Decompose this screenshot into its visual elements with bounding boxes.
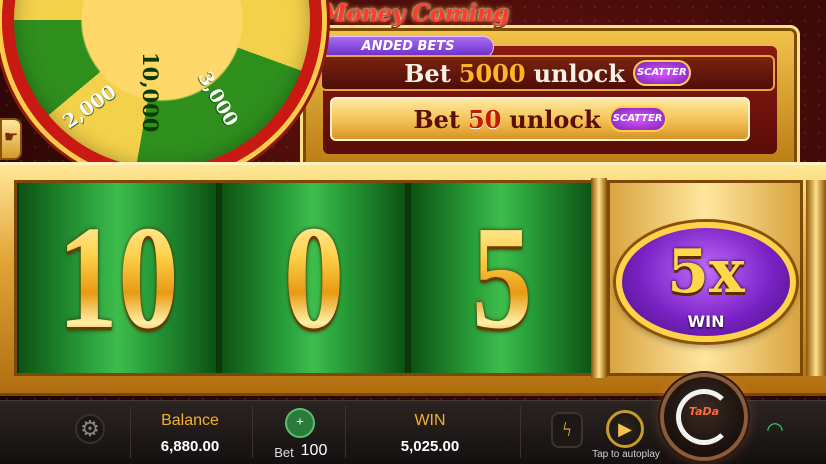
unlock-amount: 50 [467,104,502,134]
balance-label: Balance [161,412,219,429]
win-value: 5,025.00 [400,438,460,455]
autoplay-icon: ▶ [618,418,632,439]
unlock-suffix: unlock [533,58,625,88]
divider [520,406,521,458]
wheel-segment-10000: 10,000 [138,52,163,133]
reel-1: 10 [17,183,218,373]
unlock-row-50: Bet 50 unlock SCATTER [330,97,750,141]
network-status: ◠ [760,414,790,444]
reel-symbol: 5 [471,196,532,360]
unlock-row-5000: Bet 5000 unlock SCATTER [320,55,775,91]
divider [345,406,346,458]
bet-value: 100 [300,442,328,459]
bet-button[interactable]: + [285,408,315,438]
reel-3: 5 [409,183,594,373]
coins-icon: + [296,415,304,430]
turbo-button[interactable]: ϟ [551,412,583,448]
scatter-badge: SCATTER [632,60,691,86]
reel-symbol: 0 [283,196,344,360]
multiplier-value: 5x [667,237,745,307]
autoplay-button[interactable]: ▶ [606,410,644,448]
balance-value: 6,880.00 [160,438,220,455]
lightning-icon: ϟ [562,418,572,441]
divider [252,406,253,458]
spin-logo: TaDa [688,405,720,418]
frame-edge [806,180,826,376]
reel-divider [591,178,607,378]
win-label: WIN [414,412,446,429]
divider [130,406,131,458]
settings-button[interactable]: ⚙ [75,414,105,444]
gear-icon: ⚙ [80,416,100,441]
reel-2: 0 [220,183,407,373]
wifi-icon: ◠ [766,418,784,441]
reel-symbol: 10 [56,196,179,360]
hand-pointer-icon: ☛ [3,129,19,146]
unlock-prefix: Bet [413,104,460,134]
autoplay-label: Tap to autoplay [592,449,660,460]
unlock-suffix: unlock [509,104,601,134]
multiplier-label: WIN [687,312,725,331]
unlock-amount: 5000 [458,58,526,88]
scatter-badge: SCATTER [608,106,667,132]
side-menu-tab[interactable]: ☛ [0,118,22,160]
game-title: Money Coming [321,0,509,27]
unlock-prefix: Bet [404,58,451,88]
